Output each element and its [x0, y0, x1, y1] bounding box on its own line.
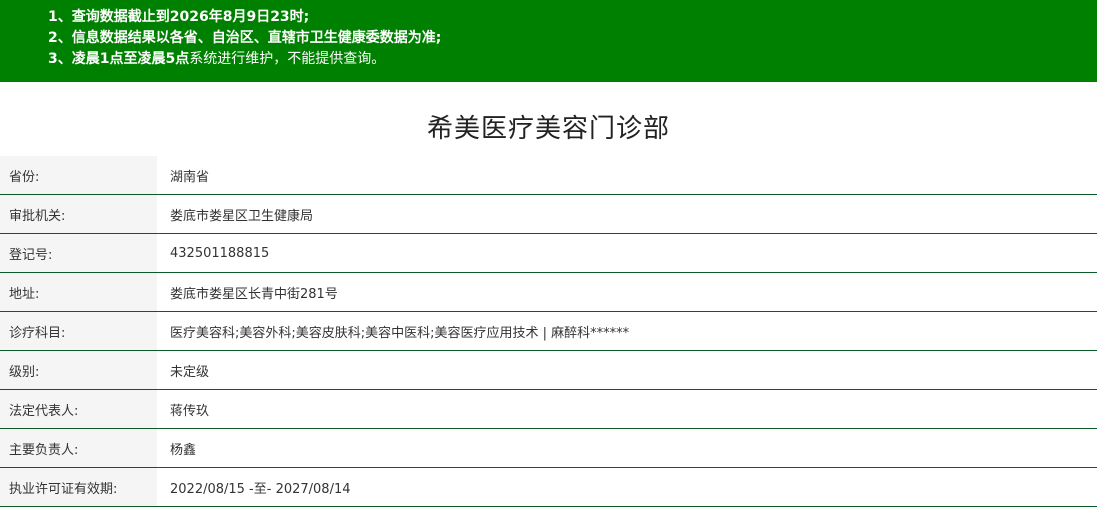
- row-value: 娄底市娄星区长青中街281号: [170, 286, 338, 302]
- row-label: 诊疗科目:: [0, 312, 157, 350]
- table-row-approval-authority: 审批机关: 娄底市娄星区卫生健康局: [0, 195, 1097, 234]
- table-row-level: 级别: 未定级: [0, 351, 1097, 390]
- info-table: 省份: 湖南省 审批机关: 娄底市娄星区卫生健康局 登记号: 432501188…: [0, 156, 1097, 507]
- row-value: 湖南省: [170, 169, 210, 185]
- row-label: 级别:: [0, 351, 157, 389]
- row-value: 432501188815: [170, 245, 270, 261]
- row-value: 杨鑫: [170, 442, 197, 458]
- notice-line-2: 2、信息数据结果以各省、自治区、直辖市卫生健康委数据为准;: [48, 30, 442, 46]
- row-label: 省份:: [0, 156, 157, 194]
- notice-line-3-bold: 3、凌晨1点至凌晨5点: [48, 51, 190, 67]
- row-label: 执业许可证有效期:: [0, 468, 157, 506]
- row-label: 主要负责人:: [0, 429, 157, 467]
- table-row-legal-representative: 法定代表人: 蒋传玖: [0, 390, 1097, 429]
- notice-line-3: 3、凌晨1点至凌晨5点系统进行维护，不能提供查询。: [48, 49, 1097, 70]
- row-value: 娄底市娄星区卫生健康局: [170, 208, 314, 224]
- table-row-province: 省份: 湖南省: [0, 156, 1097, 195]
- table-row-address: 地址: 娄底市娄星区长青中街281号: [0, 273, 1097, 312]
- row-label: 地址:: [0, 273, 157, 311]
- row-value: 未定级: [170, 364, 210, 380]
- table-row-license-validity: 执业许可证有效期: 2022/08/15 -至- 2027/08/14: [0, 468, 1097, 507]
- table-row-registration-number: 登记号: 432501188815: [0, 234, 1097, 273]
- table-row-principal: 主要负责人: 杨鑫: [0, 429, 1097, 468]
- notice-line-3-rest: 系统进行维护，不能提供查询。: [189, 51, 386, 67]
- row-value: 蒋传玖: [170, 403, 210, 419]
- row-label: 法定代表人:: [0, 390, 157, 428]
- notice-line-1: 1、查询数据截止到2026年8月9日23时;: [48, 9, 310, 25]
- row-label: 登记号:: [0, 234, 157, 272]
- row-label: 审批机关:: [0, 195, 157, 233]
- table-row-departments: 诊疗科目: 医疗美容科;美容外科;美容皮肤科;美容中医科;美容医疗应用技术 | …: [0, 312, 1097, 351]
- notice-banner: 1、查询数据截止到2026年8月9日23时; 2、信息数据结果以各省、自治区、直…: [0, 0, 1097, 82]
- row-value: 医疗美容科;美容外科;美容皮肤科;美容中医科;美容医疗应用技术 | 麻醉科***…: [170, 325, 630, 341]
- row-value: 2022/08/15 -至- 2027/08/14: [170, 481, 351, 497]
